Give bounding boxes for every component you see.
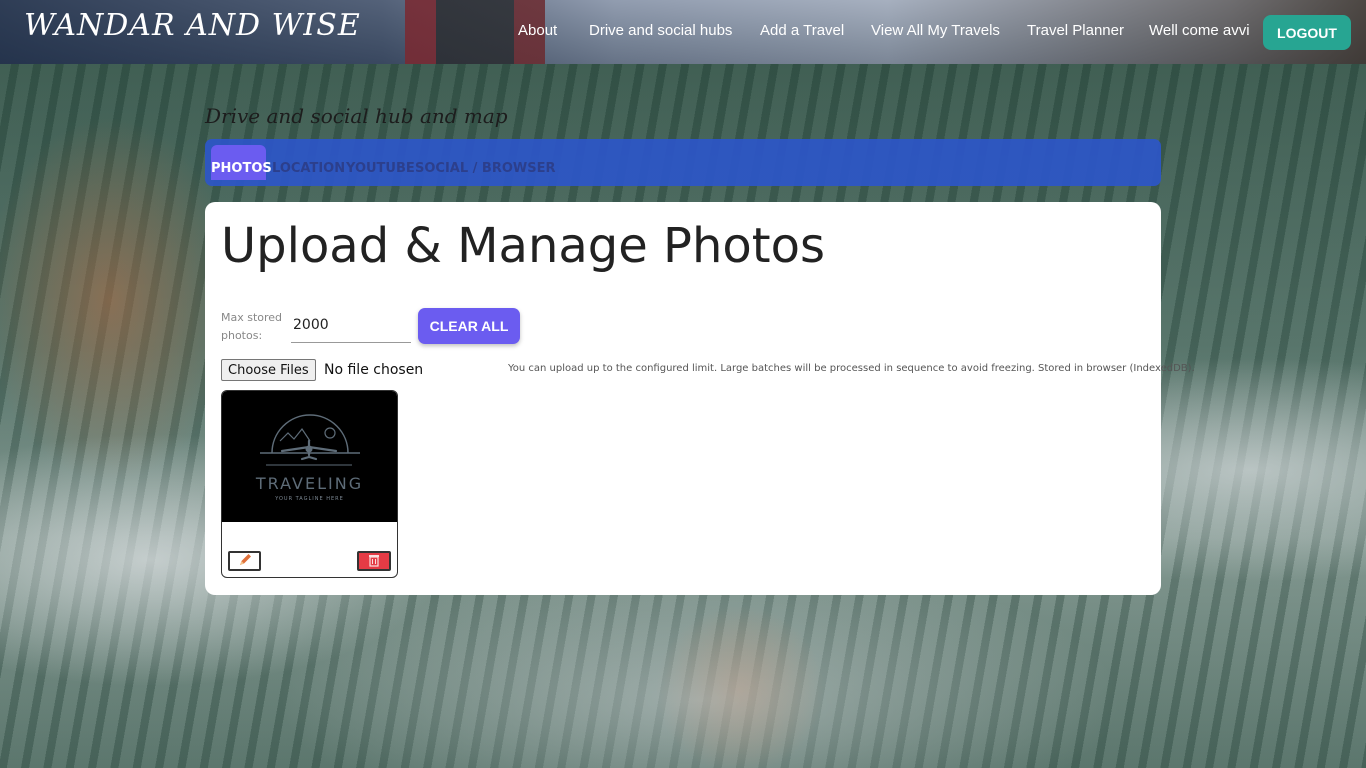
choose-files-button[interactable]: Choose Files xyxy=(221,359,316,381)
photo-thumbnail[interactable]: TRAVELING YOUR TAGLINE HERE xyxy=(222,391,397,522)
tab-photos[interactable]: PHOTOS xyxy=(211,145,272,180)
logout-button[interactable]: LOGOUT xyxy=(1263,15,1351,50)
tab-bar: PHOTOS LOCATION YOUTUBE SOCIAL / BROWSER xyxy=(205,139,1161,186)
delete-photo-button[interactable] xyxy=(357,551,391,571)
pencil-icon xyxy=(240,554,251,565)
tab-location[interactable]: LOCATION xyxy=(272,145,345,180)
brand-logo[interactable]: WANDAR AND WISE xyxy=(24,8,361,43)
airplane-logo-icon xyxy=(260,414,360,466)
max-photos-label: Max stored photos: xyxy=(221,311,283,342)
photos-panel: Upload & Manage Photos Max stored photos… xyxy=(205,202,1195,595)
nav-drive-social-hubs[interactable]: Drive and social hubs xyxy=(589,22,732,39)
photo-card: TRAVELING YOUR TAGLINE HERE xyxy=(221,390,398,578)
page-title: Upload & Manage Photos xyxy=(221,218,825,274)
nav-add-travel[interactable]: Add a Travel xyxy=(760,22,844,39)
clear-all-button[interactable]: CLEAR ALL xyxy=(418,308,520,344)
logo-tagline: YOUR TAGLINE HERE xyxy=(275,496,344,502)
nav-welcome-user[interactable]: Well come avvi xyxy=(1149,22,1250,39)
nav-view-travels[interactable]: View All My Travels xyxy=(871,22,1000,39)
section-title: Drive and social hub and map xyxy=(205,104,508,128)
trash-icon xyxy=(369,555,379,567)
file-status-text: No file chosen xyxy=(324,362,424,378)
logo-text: TRAVELING xyxy=(255,474,364,493)
tab-social-browser[interactable]: SOCIAL / BROWSER xyxy=(415,145,556,180)
tab-youtube[interactable]: YOUTUBE xyxy=(346,145,415,180)
max-photos-input[interactable] xyxy=(291,308,411,343)
nav-travel-planner[interactable]: Travel Planner xyxy=(1027,22,1124,39)
nav-about[interactable]: About xyxy=(518,22,557,39)
edit-photo-button[interactable] xyxy=(228,551,261,571)
top-navbar: WANDAR AND WISE About Drive and social h… xyxy=(0,0,1366,64)
upload-note: You can upload up to the configured limi… xyxy=(508,363,1195,374)
